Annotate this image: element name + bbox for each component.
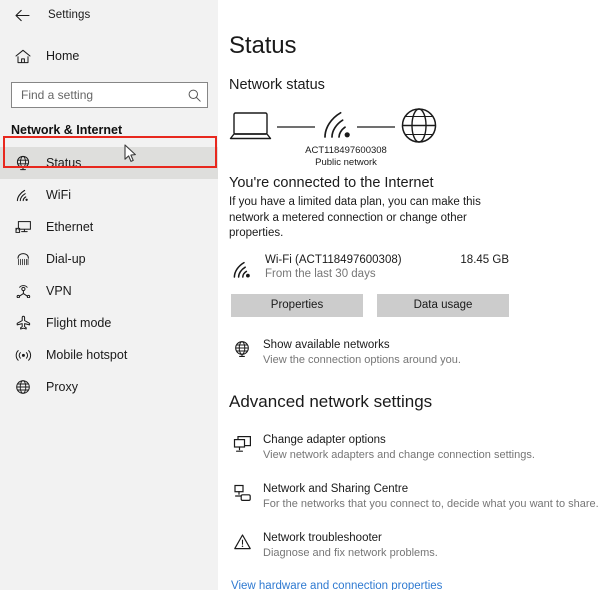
network-sharing-centre-text: Network and Sharing Centre For the netwo… (263, 483, 599, 510)
adapter-name: Wi-Fi (ACT118497600308) (265, 253, 402, 266)
monitor-icon (231, 435, 253, 457)
wifi-icon (14, 186, 32, 204)
show-available-networks-title: Show available networks (263, 338, 390, 351)
network-type: Public network (315, 156, 377, 168)
network-sharing-centre-title: Network and Sharing Centre (263, 482, 409, 495)
ethernet-icon (14, 218, 32, 236)
network-diagram: ACT118497600308 Public network (229, 105, 610, 168)
network-troubleshooter-desc: Diagnose and fix network problems. (263, 546, 438, 559)
page-title: Status (229, 32, 297, 59)
show-available-networks-item[interactable]: Show available networks View the connect… (229, 339, 610, 366)
network-status-heading: Network status (229, 77, 325, 93)
adapter-usage-row: Wi-Fi (ACT118497600308) From the last 30… (229, 254, 509, 283)
network-troubleshooter-title: Network troubleshooter (263, 531, 382, 544)
sidebar-category-title: Network & Internet (11, 123, 123, 137)
wifi-signal-icon (231, 257, 257, 283)
properties-button[interactable]: Properties (231, 293, 363, 317)
back-arrow-icon[interactable] (12, 5, 32, 25)
sidebar-item-dialup[interactable]: Dial-up (0, 243, 218, 275)
sidebar: Settings Home Network & Internet (0, 0, 218, 590)
adapter-period: From the last 30 days (265, 267, 376, 280)
connection-description: If you have a limited data plan, you can… (229, 196, 481, 239)
search-box[interactable] (11, 82, 208, 108)
sidebar-item-ethernet[interactable]: Ethernet (0, 211, 218, 243)
sidebar-item-vpn[interactable]: VPN (0, 275, 218, 307)
sidebar-item-label-wifi: WiFi (46, 188, 71, 202)
change-adapter-options-text: Change adapter options View network adap… (263, 434, 535, 461)
sidebar-item-label-status: Status (46, 156, 82, 170)
sidebar-item-label-dialup: Dial-up (46, 252, 86, 266)
window-title: Settings (48, 9, 91, 21)
mobile-hotspot-icon (14, 346, 32, 364)
network-troubleshooter-item[interactable]: Network troubleshooter Diagnose and fix … (229, 532, 610, 559)
advanced-settings-heading: Advanced network settings (229, 391, 433, 411)
sidebar-item-label-proxy: Proxy (46, 380, 78, 394)
proxy-globe-icon (14, 378, 32, 396)
vpn-icon (14, 282, 32, 300)
show-available-networks-desc: View the connection options around you. (263, 353, 461, 366)
search-icon[interactable] (187, 88, 201, 102)
sidebar-item-label-vpn: VPN (46, 284, 72, 298)
sidebar-item-mobile-hotspot[interactable]: Mobile hotspot (0, 339, 218, 371)
show-available-networks-text: Show available networks View the connect… (263, 339, 461, 366)
globe-status-icon (14, 154, 32, 172)
network-ssid: ACT118497600308 (305, 145, 387, 156)
laptop-icon (229, 112, 272, 140)
data-usage-button[interactable]: Data usage (377, 293, 509, 317)
title-bar: Settings (0, 0, 218, 30)
change-adapter-options-item[interactable]: Change adapter options View network adap… (229, 434, 610, 461)
home-icon (14, 47, 32, 65)
sharing-icon (231, 484, 253, 506)
sidebar-item-home[interactable]: Home (0, 42, 218, 70)
network-sharing-centre-desc: For the networks that you connect to, de… (263, 497, 599, 510)
sidebar-item-label-home: Home (46, 49, 80, 63)
sidebar-item-wifi[interactable]: WiFi (0, 179, 218, 211)
wifi-signal-icon (324, 111, 350, 138)
sidebar-nav-list: Status WiFi Ethernet Dial-up VPN Flight … (0, 147, 218, 403)
search-input[interactable] (21, 88, 187, 102)
view-hardware-properties-link[interactable]: View hardware and connection properties (229, 580, 610, 590)
connection-buttons: Properties Data usage (229, 293, 610, 317)
globe-icon (401, 108, 437, 143)
network-name-label: ACT118497600308 Public network (281, 145, 411, 168)
network-sharing-centre-item[interactable]: Network and Sharing Centre For the netwo… (229, 483, 610, 510)
warning-triangle-icon (231, 533, 253, 555)
airplane-icon (14, 314, 32, 332)
main-content: Status Network status ACT118497600308 Pu… (218, 0, 610, 590)
network-troubleshooter-text: Network troubleshooter Diagnose and fix … (263, 532, 438, 559)
sidebar-item-label-flight-mode: Flight mode (46, 316, 112, 330)
data-used-value: 18.45 GB (460, 253, 509, 266)
change-adapter-options-desc: View network adapters and change connect… (263, 448, 535, 461)
settings-window: Settings Home Network & Internet (0, 0, 610, 590)
sidebar-item-proxy[interactable]: Proxy (0, 371, 218, 403)
sidebar-item-label-ethernet: Ethernet (46, 220, 94, 234)
sidebar-item-status[interactable]: Status (0, 147, 218, 179)
proxy-globe-icon (231, 340, 253, 362)
change-adapter-options-title: Change adapter options (263, 433, 386, 446)
connection-title: You're connected to the Internet (229, 175, 434, 191)
sidebar-item-flight-mode[interactable]: Flight mode (0, 307, 218, 339)
dialup-icon (14, 250, 32, 268)
adapter-info: Wi-Fi (ACT118497600308) From the last 30… (265, 254, 460, 280)
sidebar-item-label-mobile-hotspot: Mobile hotspot (46, 348, 128, 362)
